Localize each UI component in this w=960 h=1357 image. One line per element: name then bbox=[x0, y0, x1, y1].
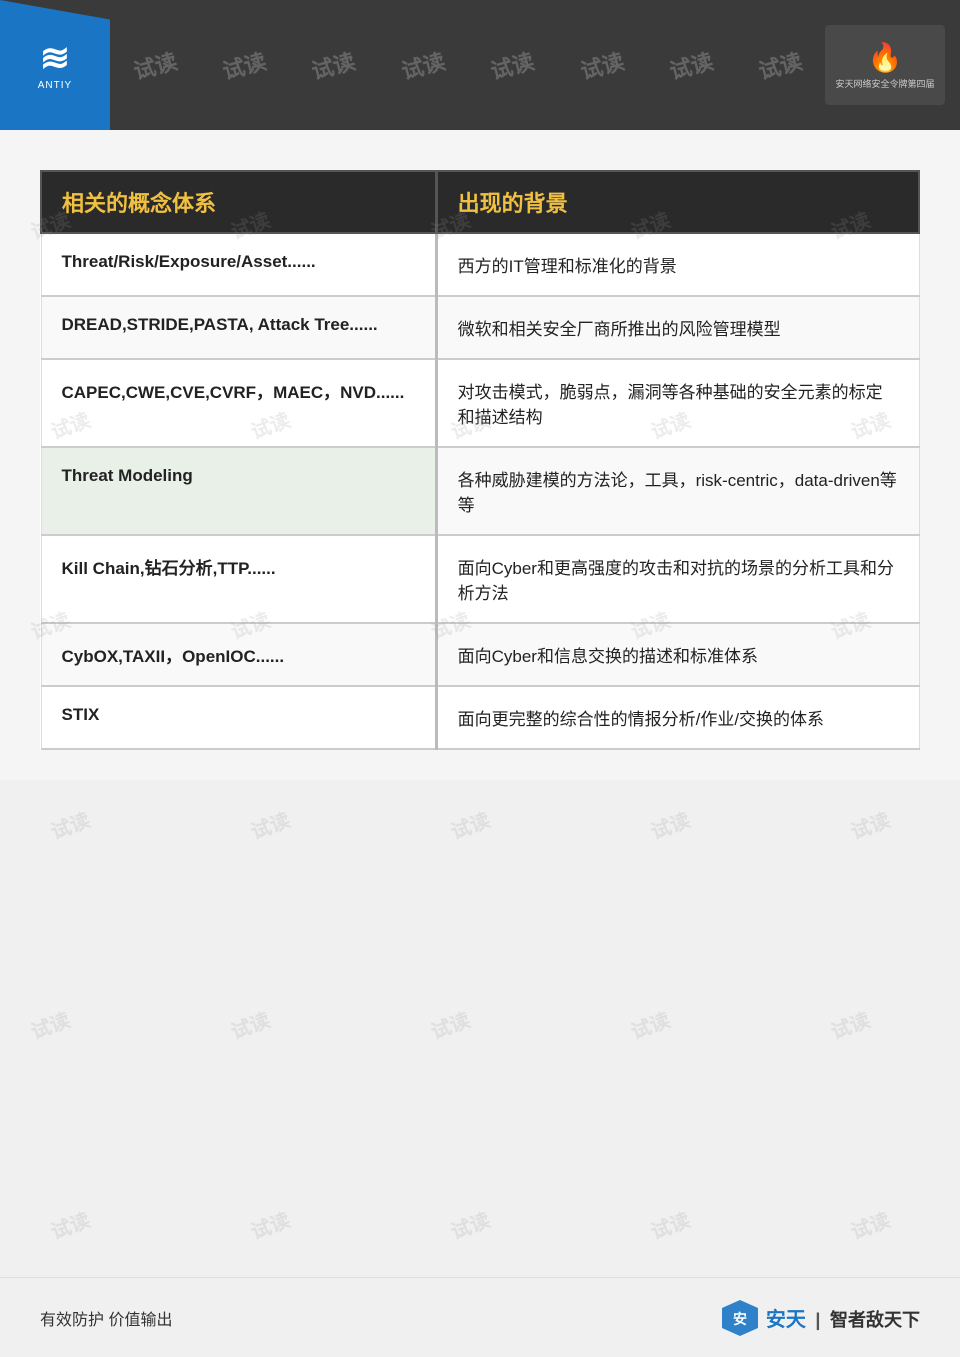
table-cell-concept: Kill Chain,钻石分析,TTP...... bbox=[41, 535, 436, 623]
watermark-3: 试读 bbox=[308, 44, 359, 86]
svg-text:安: 安 bbox=[733, 1311, 747, 1327]
table-cell-background: 西方的IT管理和标准化的背景 bbox=[436, 233, 919, 296]
watermark-8: 试读 bbox=[755, 44, 806, 86]
table-row: CAPEC,CWE,CVE,CVRF，MAEC，NVD......对攻击模式，脆… bbox=[41, 359, 919, 447]
table-cell-concept: Threat Modeling bbox=[41, 447, 436, 535]
table-cell-concept: DREAD,STRIDE,PASTA, Attack Tree...... bbox=[41, 296, 436, 359]
logo-symbol: ≋ bbox=[40, 40, 70, 76]
table-row: Kill Chain,钻石分析,TTP......面向Cyber和更高强度的攻击… bbox=[41, 535, 919, 623]
table-cell-concept: CybOX,TAXII，OpenIOC...... bbox=[41, 623, 436, 686]
table-row: Threat Modeling各种威胁建模的方法论，工具，risk-centri… bbox=[41, 447, 919, 535]
watermark-2: 试读 bbox=[219, 44, 270, 86]
body-watermark-28: 试读 bbox=[646, 1204, 694, 1245]
body-watermark-19: 试读 bbox=[846, 804, 894, 845]
table-header-row: 相关的概念体系 出现的背景 bbox=[41, 171, 919, 233]
table-cell-background: 对攻击模式，脆弱点，漏洞等各种基础的安全元素的标定和描述结构 bbox=[436, 359, 919, 447]
body-watermark-23: 试读 bbox=[626, 1004, 674, 1045]
brand-fire-icon: 🔥 bbox=[868, 41, 903, 74]
table-row: STIX面向更完整的综合性的情报分析/作业/交换的体系 bbox=[41, 686, 919, 749]
footer-logo-text: 安天 | 智者敌天下 bbox=[766, 1303, 920, 1332]
footer-tagline: 有效防护 价值输出 bbox=[40, 1306, 172, 1330]
table-cell-background: 面向Cyber和更高强度的攻击和对抗的场景的分析工具和分析方法 bbox=[436, 535, 919, 623]
logo-text: ANTIY bbox=[38, 80, 72, 91]
watermark-5: 试读 bbox=[487, 44, 538, 86]
body-watermark-26: 试读 bbox=[246, 1204, 294, 1245]
body-watermark-24: 试读 bbox=[826, 1004, 874, 1045]
body-watermark-21: 试读 bbox=[226, 1004, 274, 1045]
body-watermark-15: 试读 bbox=[46, 804, 94, 845]
header: ≋ ANTIY 试读 试读 试读 试读 试读 试读 试读 试读 🔥 安天网络安全… bbox=[0, 0, 960, 130]
watermark-4: 试读 bbox=[397, 44, 448, 86]
body-watermark-29: 试读 bbox=[846, 1204, 894, 1245]
watermark-1: 试读 bbox=[129, 44, 180, 86]
table-row: Threat/Risk/Exposure/Asset......西方的IT管理和… bbox=[41, 233, 919, 296]
table-cell-background: 微软和相关安全厂商所推出的风险管理模型 bbox=[436, 296, 919, 359]
body-watermark-16: 试读 bbox=[246, 804, 294, 845]
header-watermark-area: 试读 试读 试读 试读 试读 试读 试读 试读 bbox=[110, 0, 825, 130]
body-watermark-17: 试读 bbox=[446, 804, 494, 845]
watermark-7: 试读 bbox=[666, 44, 717, 86]
col2-header: 出现的背景 bbox=[436, 171, 919, 233]
header-right-logo: 🔥 安天网络安全令牌第四届 bbox=[825, 25, 945, 105]
table-row: CybOX,TAXII，OpenIOC......面向Cyber和信息交换的描述… bbox=[41, 623, 919, 686]
table-cell-background: 面向更完整的综合性的情报分析/作业/交换的体系 bbox=[436, 686, 919, 749]
table-cell-concept: Threat/Risk/Exposure/Asset...... bbox=[41, 233, 436, 296]
table-cell-concept: CAPEC,CWE,CVE,CVRF，MAEC，NVD...... bbox=[41, 359, 436, 447]
body-watermark-27: 试读 bbox=[446, 1204, 494, 1245]
footer: 有效防护 价值输出 安 安天 | 智者敌天下 bbox=[0, 1277, 960, 1357]
table-cell-background: 面向Cyber和信息交换的描述和标准体系 bbox=[436, 623, 919, 686]
logo-box: ≋ ANTIY bbox=[0, 0, 110, 130]
body-watermark-18: 试读 bbox=[646, 804, 694, 845]
table-cell-background: 各种威胁建模的方法论，工具，risk-centric，data-driven等等 bbox=[436, 447, 919, 535]
body-watermark-25: 试读 bbox=[46, 1204, 94, 1245]
main-content: 相关的概念体系 出现的背景 Threat/Risk/Exposure/Asset… bbox=[0, 130, 960, 780]
body-watermark-22: 试读 bbox=[426, 1004, 474, 1045]
table-cell-concept: STIX bbox=[41, 686, 436, 749]
footer-logo: 安 安天 | 智者敌天下 bbox=[720, 1298, 920, 1338]
brand-subtitle: 安天网络安全令牌第四届 bbox=[835, 77, 934, 90]
body-watermark-20: 试读 bbox=[26, 1004, 74, 1045]
watermark-6: 试读 bbox=[576, 44, 627, 86]
table-row: DREAD,STRIDE,PASTA, Attack Tree......微软和… bbox=[41, 296, 919, 359]
col1-header: 相关的概念体系 bbox=[41, 171, 436, 233]
concept-table: 相关的概念体系 出现的背景 Threat/Risk/Exposure/Asset… bbox=[40, 170, 920, 750]
footer-logo-icon: 安 bbox=[720, 1298, 760, 1338]
